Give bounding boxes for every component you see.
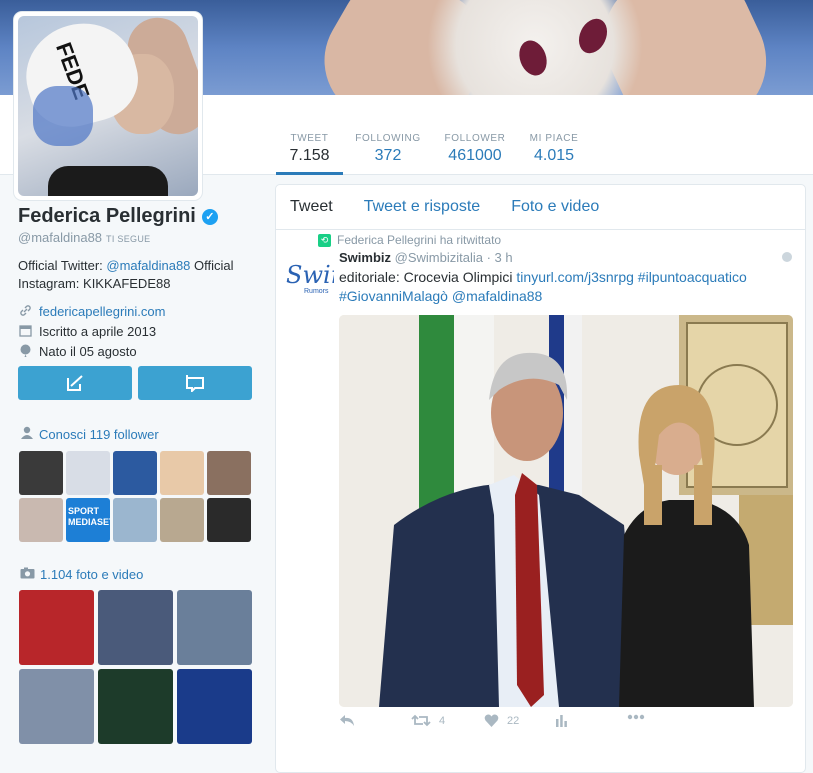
follower-badge-text: SPORT MEDIASET: [68, 506, 110, 527]
media-thumbnail[interactable]: [98, 669, 173, 744]
retweet-icon: ⟲: [318, 233, 331, 247]
more-button[interactable]: [627, 714, 645, 720]
calendar-icon: [18, 324, 32, 338]
photo-illustration: [339, 315, 793, 707]
analytics-button[interactable]: [555, 714, 568, 727]
follower-avatar[interactable]: [160, 498, 204, 542]
media-thumbnail[interactable]: [177, 669, 252, 744]
follows-you-badge: TI SEGUE: [106, 234, 151, 244]
tweet-actions: 4 22: [339, 714, 779, 736]
photos-videos-title: 1.104 foto e video: [40, 567, 144, 582]
balloon-icon: [18, 344, 32, 358]
follower-avatar[interactable]: [66, 451, 110, 495]
profile-handle[interactable]: @mafaldina88: [18, 230, 102, 245]
stat-value: 461000: [448, 147, 502, 164]
stat-label: MI PIACE: [529, 133, 579, 144]
follower-avatar[interactable]: [207, 451, 251, 495]
tweet-header: Swimbiz @Swimbizitalia · 3 h: [339, 250, 513, 265]
bio-text: Official Twitter:: [18, 258, 107, 273]
reply-icon: [340, 715, 354, 726]
retweet-count: 4: [439, 714, 446, 727]
verified-icon: ✓: [201, 208, 218, 225]
tweet-link[interactable]: tinyurl.com/j3snrpg: [516, 269, 634, 285]
follower-avatar[interactable]: [160, 451, 204, 495]
hashtag-link[interactable]: #ilpuntoacquatico: [638, 269, 747, 285]
stat-label: TWEET: [290, 133, 329, 144]
bio-mention-link[interactable]: @mafaldina88: [106, 258, 190, 273]
hashtag-link[interactable]: #GiovanniMalagò: [339, 288, 448, 304]
tweet-to-button[interactable]: [138, 366, 252, 400]
birthday: Nato il 05 agosto: [39, 343, 137, 359]
follower-avatar[interactable]: [113, 451, 157, 495]
compose-message-icon: [67, 375, 83, 391]
profile-bio: Official Twitter: @mafaldina88 Official …: [18, 257, 258, 293]
mention-link[interactable]: @mafaldina88: [452, 288, 543, 304]
retweet-button[interactable]: 4: [411, 714, 445, 727]
retweet-notice[interactable]: Federica Pellegrini ha ritwittato: [337, 233, 501, 247]
link-icon: [18, 304, 32, 318]
followers-you-know-title: Conosci 119 follower: [39, 426, 159, 442]
media-thumbnail[interactable]: [19, 669, 94, 744]
website-link[interactable]: federicapellegrini.com: [39, 304, 165, 319]
tweet-text-body: editoriale: Crocevia Olimpici: [339, 269, 517, 285]
avatar-logo-text: Swir: [286, 261, 334, 289]
avatar-logo-subtext: Rumors: [304, 288, 329, 295]
like-button[interactable]: 22: [484, 714, 519, 727]
media-thumbnail[interactable]: [98, 590, 173, 665]
message-button[interactable]: [18, 366, 132, 400]
profile-actions: [18, 366, 254, 400]
like-count: 22: [507, 714, 520, 727]
follower-avatar[interactable]: SPORT MEDIASET: [66, 498, 110, 542]
heart-icon: [484, 714, 499, 727]
profile-avatar[interactable]: FEDE: [14, 12, 202, 200]
more-icon: [627, 714, 645, 720]
tweet-separator: ·: [482, 250, 495, 265]
photos-videos-link[interactable]: 1.104 foto e video: [20, 567, 143, 582]
retweet-action-icon: [411, 714, 431, 727]
joined-date: Iscritto a aprile 2013: [39, 323, 157, 339]
tweet-author-name[interactable]: Swimbiz: [339, 250, 391, 265]
followers-you-know-link[interactable]: Conosci 119 follower: [20, 426, 159, 442]
reply-button[interactable]: [339, 714, 355, 727]
tweet[interactable]: ⟲ Federica Pellegrini ha ritwittato Swi r…: [275, 184, 806, 773]
follower-avatar[interactable]: [113, 498, 157, 542]
stat-label: FOLLOWER: [444, 133, 506, 144]
retweet-context: ⟲ Federica Pellegrini ha ritwittato: [318, 233, 501, 247]
stat-label: FOLLOWING: [355, 133, 421, 144]
camera-icon: [20, 567, 35, 582]
analytics-icon: [556, 715, 567, 727]
follower-avatar[interactable]: [19, 451, 63, 495]
profile-name[interactable]: Federica Pellegrini: [18, 205, 196, 228]
followers-grid: SPORT MEDIASET: [19, 451, 251, 542]
person-icon: [20, 426, 34, 442]
stat-follower[interactable]: FOLLOWER 461000: [440, 121, 510, 175]
media-thumbnail[interactable]: [177, 590, 252, 665]
stat-value: 372: [374, 147, 402, 164]
media-grid: [19, 590, 252, 744]
tweet-to-icon: [186, 375, 204, 394]
stat-tweet[interactable]: TWEET 7.158: [276, 121, 343, 175]
globe-icon: [782, 252, 792, 262]
stat-value: 4.015: [533, 147, 575, 164]
tweet-time[interactable]: 3 h: [495, 250, 513, 265]
stat-likes[interactable]: MI PIACE 4.015: [524, 121, 584, 175]
tweet-text: editoriale: Crocevia Olimpici tinyurl.co…: [339, 268, 799, 306]
follower-avatar[interactable]: [19, 498, 63, 542]
stat-value: 7.158: [289, 147, 330, 164]
stat-following[interactable]: FOLLOWING 372: [350, 121, 426, 175]
follower-avatar[interactable]: [207, 498, 251, 542]
tweet-photo[interactable]: [339, 315, 793, 707]
tweet-author-handle[interactable]: @Swimbizitalia: [395, 250, 483, 265]
media-thumbnail[interactable]: [19, 590, 94, 665]
profile-card: Federica Pellegrini ✓ @mafaldina88 TI SEG…: [18, 205, 258, 361]
tweet-author-avatar[interactable]: Swir Rumors: [286, 257, 334, 305]
